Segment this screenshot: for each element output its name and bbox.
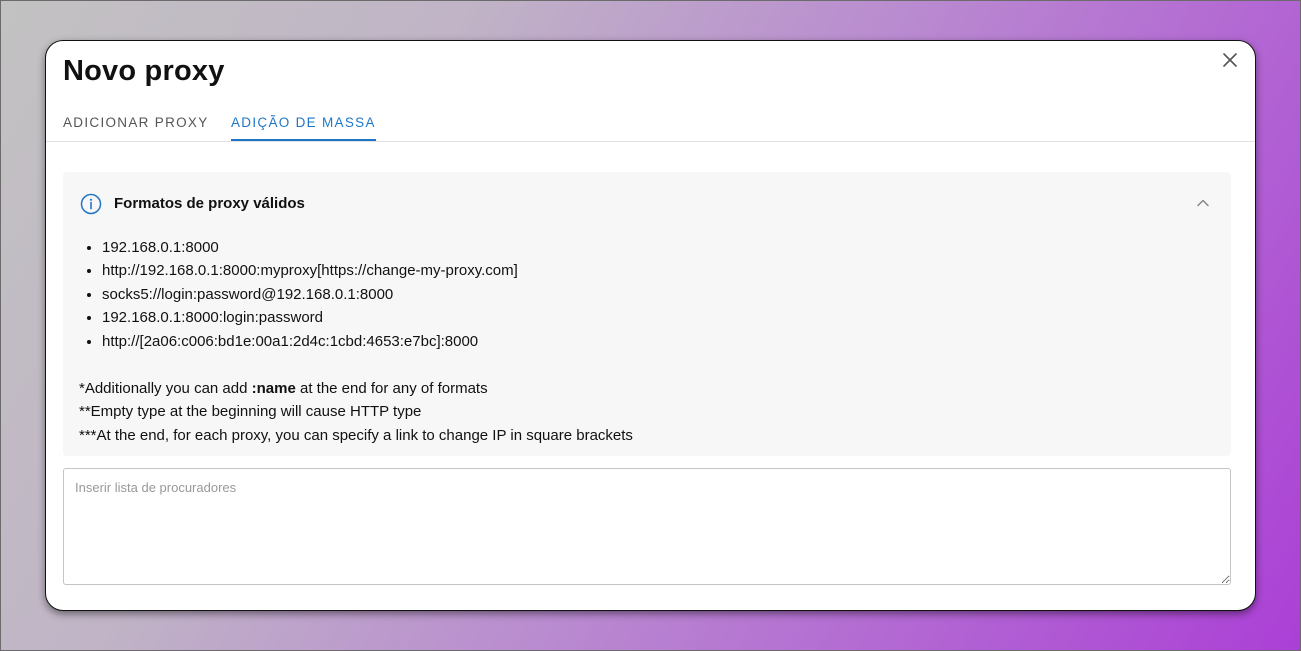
list-item: socks5://login:password@192.168.0.1:8000 [102,283,518,306]
note-name: *Additionally you can add :name at the e… [79,380,488,397]
notes: *Additionally you can add :name at the e… [79,377,633,447]
info-icon [80,193,102,215]
chevron-up-icon[interactable] [1195,195,1211,211]
list-item: 192.168.0.1:8000 [102,236,518,259]
valid-formats-panel: Formatos de proxy válidos 192.168.0.1:80… [63,172,1231,456]
proxy-list-input[interactable] [63,468,1231,585]
note-http-type: **Empty type at the beginning will cause… [79,403,422,421]
list-item: http://192.168.0.1:8000:myproxy[https://… [102,259,518,282]
list-item: 192.168.0.1:8000:login:password [102,306,518,329]
tab-add-proxy[interactable]: ADICIONAR PROXY [63,115,209,139]
list-item: http://[2a06:c006:bd1e:00a1:2d4c:1cbd:46… [102,330,518,353]
tab-bulk-add[interactable]: ADIÇÃO DE MASSA [231,115,376,141]
proxy-list-field [63,468,1231,585]
dialog-title: Novo proxy [63,55,225,87]
formats-list: 192.168.0.1:8000 http://192.168.0.1:8000… [84,236,518,353]
close-icon [1223,53,1237,67]
panel-title: Formatos de proxy válidos [114,195,305,212]
tab-bar: ADICIONAR PROXY ADIÇÃO DE MASSA [46,105,1255,142]
new-proxy-dialog: Novo proxy ADICIONAR PROXY ADIÇÃO DE MAS… [45,40,1256,611]
note-change-ip: ***At the end, for each proxy, you can s… [79,426,633,444]
close-button[interactable] [1219,49,1241,71]
